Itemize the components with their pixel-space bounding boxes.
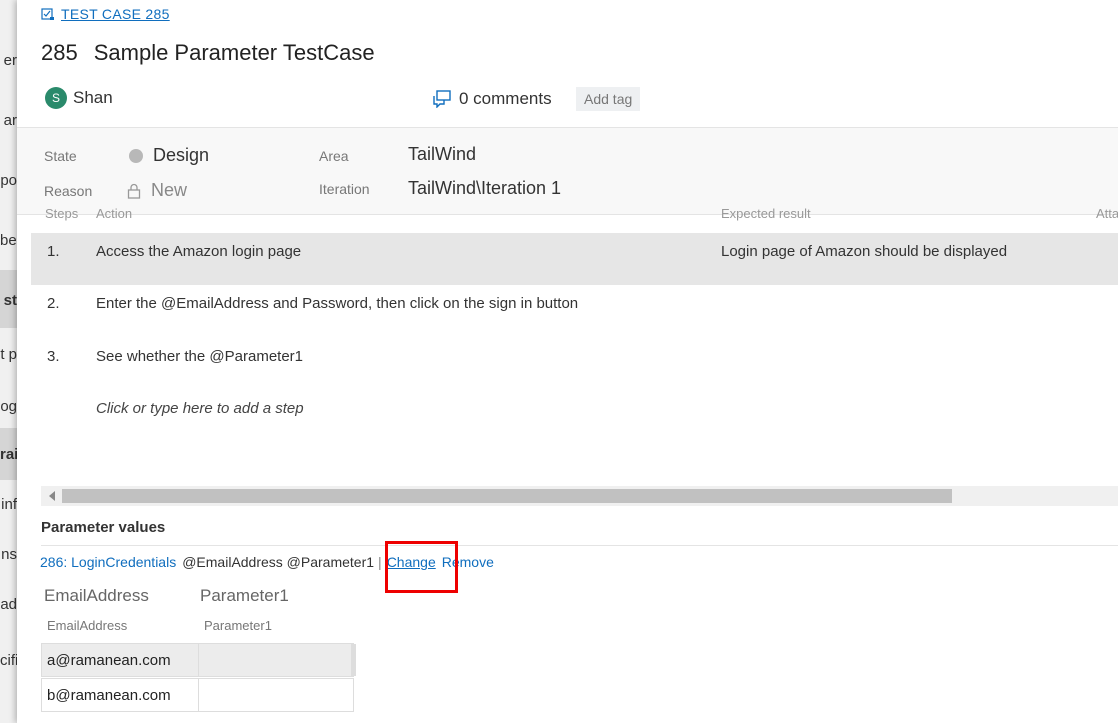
param-cell[interactable]: [199, 679, 354, 711]
work-item-fields: State Design Reason New Area TailWind It…: [17, 127, 1118, 215]
nav-fragment[interactable]: t p: [0, 346, 17, 363]
shared-parameter-names: @EmailAddress @Parameter1: [182, 554, 375, 570]
nav-fragment[interactable]: cifi: [0, 652, 17, 669]
nav-fragment[interactable]: ns: [0, 546, 17, 563]
work-item-id: 285: [41, 40, 78, 65]
parameter-row[interactable]: a@ramanean.com: [41, 643, 356, 677]
work-item-title[interactable]: Sample Parameter TestCase: [94, 40, 375, 65]
step-number: 2.: [47, 295, 60, 312]
step-number: 1.: [47, 243, 60, 260]
section-divider: [41, 545, 1118, 546]
reason-value: New: [151, 180, 188, 200]
nav-fragment[interactable]: inf: [0, 496, 17, 513]
step-row[interactable]: 1. Access the Amazon login page Login pa…: [31, 233, 1118, 285]
steps-header: Steps Action Expected result Atta: [17, 208, 1118, 226]
iteration-value[interactable]: TailWind\Iteration 1: [408, 178, 561, 199]
nav-fragment[interactable]: ar: [0, 112, 17, 129]
iteration-label: Iteration: [319, 181, 370, 197]
comments-icon: [433, 90, 451, 108]
parameter-values-heading: Parameter values: [41, 519, 166, 536]
reason-label: Reason: [44, 183, 93, 199]
assignee-field[interactable]: S Shan: [45, 87, 113, 109]
nav-fragment[interactable]: st: [0, 292, 17, 309]
add-tag-button[interactable]: Add tag: [576, 87, 641, 111]
param-cell[interactable]: [199, 644, 356, 676]
nav-fragment[interactable]: bel: [0, 232, 17, 249]
add-step-row[interactable]: Click or type here to add a step: [31, 390, 1118, 442]
scroll-left-icon[interactable]: [49, 491, 55, 501]
nav-fragment[interactable]: og: [0, 398, 17, 415]
assignee-name[interactable]: Shan: [73, 88, 113, 108]
state-value[interactable]: Design: [153, 145, 209, 166]
area-value[interactable]: TailWind: [408, 144, 476, 165]
step-row[interactable]: 3. See whether the @Parameter1: [31, 338, 1118, 390]
work-item-dialog: TEST CASE 285 285 Sample Parameter TestCa…: [17, 0, 1118, 723]
area-label: Area: [319, 148, 349, 164]
work-item-type-label[interactable]: TEST CASE 285: [61, 6, 170, 22]
param-column-header: Parameter1: [200, 586, 289, 605]
step-number: 3.: [47, 348, 60, 365]
action-col-header: Action: [96, 208, 133, 221]
separator: |: [378, 554, 382, 570]
steps-col-header: Steps: [45, 208, 79, 221]
horizontal-scrollbar[interactable]: [41, 486, 1118, 506]
page-title[interactable]: 285 Sample Parameter TestCase: [41, 40, 375, 66]
parameter-row[interactable]: b@ramanean.com: [41, 678, 354, 712]
attachments-col-header: Atta: [1096, 208, 1118, 221]
param-subcolumn-header: EmailAddress: [47, 618, 128, 633]
param-cell[interactable]: a@ramanean.com: [42, 644, 199, 676]
test-case-icon: [41, 8, 54, 20]
highlight-box: [385, 541, 458, 593]
comments-link[interactable]: 0 comments: [432, 89, 552, 109]
step-action[interactable]: Access the Amazon login page: [96, 243, 301, 260]
add-step-placeholder[interactable]: Click or type here to add a step: [96, 400, 304, 417]
step-expected[interactable]: Login page of Amazon should be displayed: [721, 243, 1007, 260]
shared-parameter-link[interactable]: 286: LoginCredentials: [40, 554, 176, 570]
work-item-type-link[interactable]: TEST CASE 285: [41, 6, 170, 22]
nav-fragment[interactable]: ad: [0, 596, 17, 613]
state-field[interactable]: Design: [129, 145, 209, 166]
scrollbar-thumb[interactable]: [62, 489, 952, 503]
param-cell[interactable]: b@ramanean.com: [42, 679, 199, 711]
lock-icon: [127, 183, 141, 199]
nav-fragment[interactable]: er: [0, 52, 17, 69]
state-label: State: [44, 148, 77, 164]
param-column-header: EmailAddress: [44, 586, 149, 605]
expected-col-header: Expected result: [721, 208, 811, 221]
param-subcolumn-header: Parameter1: [204, 618, 272, 633]
comments-count[interactable]: 0 comments: [459, 89, 552, 109]
step-action[interactable]: See whether the @Parameter1: [96, 348, 303, 365]
step-action[interactable]: Enter the @EmailAddress and Password, th…: [96, 295, 578, 312]
state-dot-icon: [129, 148, 143, 163]
avatar: S: [45, 87, 67, 109]
nav-fragment[interactable]: po: [0, 172, 17, 189]
reason-field: New: [127, 180, 187, 201]
step-row[interactable]: 2. Enter the @EmailAddress and Password,…: [31, 285, 1118, 337]
nav-fragment[interactable]: rai: [0, 446, 17, 463]
